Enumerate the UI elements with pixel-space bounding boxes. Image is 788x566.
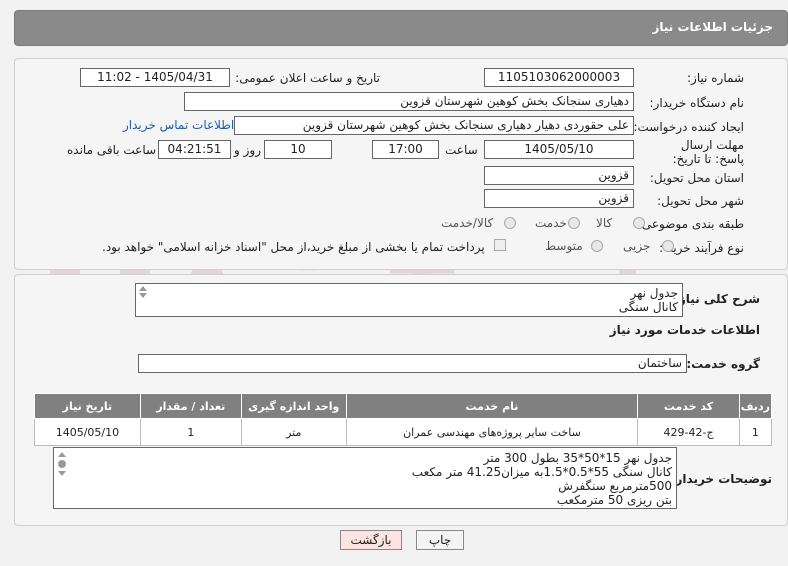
buyer-label: نام دستگاه خریدار: [649,96,745,110]
deadline-label: مهلت ارسال پاسخ: تا تاریخ: [672,138,744,166]
page-title: جزئیات اطلاعات نیاز [652,20,773,34]
cell-unit: متر [240,418,347,446]
buyer-notes-textarea[interactable]: جدول نهر 15*50*35 بطول 300 متر کانال سنگ… [53,447,677,509]
need-number-label: شماره نیاز: [687,71,744,85]
purchase-minor-radio[interactable] [662,240,674,252]
cell-service-code: ج-42-429 [637,418,740,446]
remaining-label: ساعت باقی مانده [67,143,157,157]
days-label: روز و [234,143,261,157]
scroll-up-icon [58,452,66,457]
purchase-medium-label: متوسط [545,239,583,253]
summary-label: شرح کلی نیاز: [674,292,760,306]
col-service-name: نام خدمت [345,393,639,419]
buyer-notes-line: کانال سنگی 55*0.5*1.5به میزان41.25 متر م… [411,465,672,479]
service-group-field: ساختمان [138,354,687,373]
buyer-notes-scrollbar[interactable] [57,452,67,492]
city-label: شهر محل تحویل: [657,194,744,208]
cell-quantity: 1 [139,418,242,446]
col-row-number: ردیف [738,393,773,419]
category-service-radio[interactable] [568,217,580,229]
scroll-down-icon [58,471,66,476]
province-label: استان محل تحویل: [649,171,744,185]
col-service-code: کد خدمت [637,393,740,419]
summary-line: جدول نهر [630,286,678,300]
services-table: ردیف کد خدمت نام خدمت واحد اندازه گیری ت… [34,393,773,446]
category-goods-service-radio[interactable] [504,217,516,229]
category-label: طبقه بندی موضوعی: [637,217,744,231]
services-section-title: اطلاعات خدمات مورد نیاز [609,323,760,337]
province-field: قزوین [484,166,634,185]
category-service-label: خدمت [535,216,567,230]
scroll-up-icon [139,286,147,291]
deadline-date-field: 1405/05/10 [484,140,634,159]
city-field: قزوین [484,189,634,208]
table-row: 1 ج-42-429 ساخت سایر پروژه‌های مهندسی عم… [34,418,773,446]
back-button[interactable]: بازگشت [340,530,402,550]
buyer-notes-label: توضیحات خریدار: [670,472,772,486]
buyer-field: دهیاری سنجانک بخش کوهین شهرستان قزوین [184,92,634,111]
deadline-time-label: ساعت [445,143,478,157]
category-goods-label: کالا [596,216,613,230]
deadline-time-field: 17:00 [372,140,439,159]
col-need-date: تاریخ نیاز [34,393,141,419]
summary-scrollbar[interactable] [138,286,148,314]
announce-datetime-field: 1405/04/31 - 11:02 [80,68,230,87]
remaining-time-field: 04:21:51 [158,140,231,159]
category-goods-radio[interactable] [633,217,645,229]
print-button[interactable]: چاپ [416,530,464,550]
treasury-payment-checkbox[interactable] [494,239,506,251]
need-number-field: 1105103062000003 [484,68,634,87]
creator-field: علی حقوردی دهیار دهیاری سنجانک بخش کوهین… [234,116,634,135]
buyer-notes-line: بتن ریزی 50 مترمکعب [556,493,672,507]
summary-line: کانال سنگی [618,300,678,314]
scroll-thumb-icon [58,460,66,468]
purchase-minor-label: جزیی [623,239,651,253]
services-table-header: ردیف کد خدمت نام خدمت واحد اندازه گیری ت… [34,393,773,419]
buyer-contact-link[interactable]: اطلاعات تماس خریدار [123,118,234,132]
creator-label: ایجاد کننده درخواست: [633,120,744,134]
category-goods-service-label: کالا/خدمت [441,216,494,230]
cell-need-date: 1405/05/10 [34,418,141,446]
cell-row-number: 1 [738,418,773,446]
scroll-down-icon [139,293,147,298]
purchase-medium-radio[interactable] [591,240,603,252]
days-remaining-field: 10 [264,140,332,159]
page-header: جزئیات اطلاعات نیاز [14,10,788,46]
col-quantity: تعداد / مقدار [139,393,242,419]
cell-service-name: ساخت سایر پروژه‌های مهندسی عمران [345,418,639,446]
summary-textarea[interactable]: جدول نهر کانال سنگی [135,283,683,317]
buyer-notes-line: 500مترمربع سنگفرش [558,479,672,493]
treasury-payment-note: پرداخت تمام یا بخشی از مبلغ خرید،از محل … [102,240,485,254]
col-unit: واحد اندازه گیری [240,393,347,419]
service-group-label: گروه خدمت: [686,357,760,371]
buyer-notes-line: جدول نهر 15*50*35 بطول 300 متر [483,451,672,465]
announce-label: تاریخ و ساعت اعلان عمومی: [235,71,380,85]
